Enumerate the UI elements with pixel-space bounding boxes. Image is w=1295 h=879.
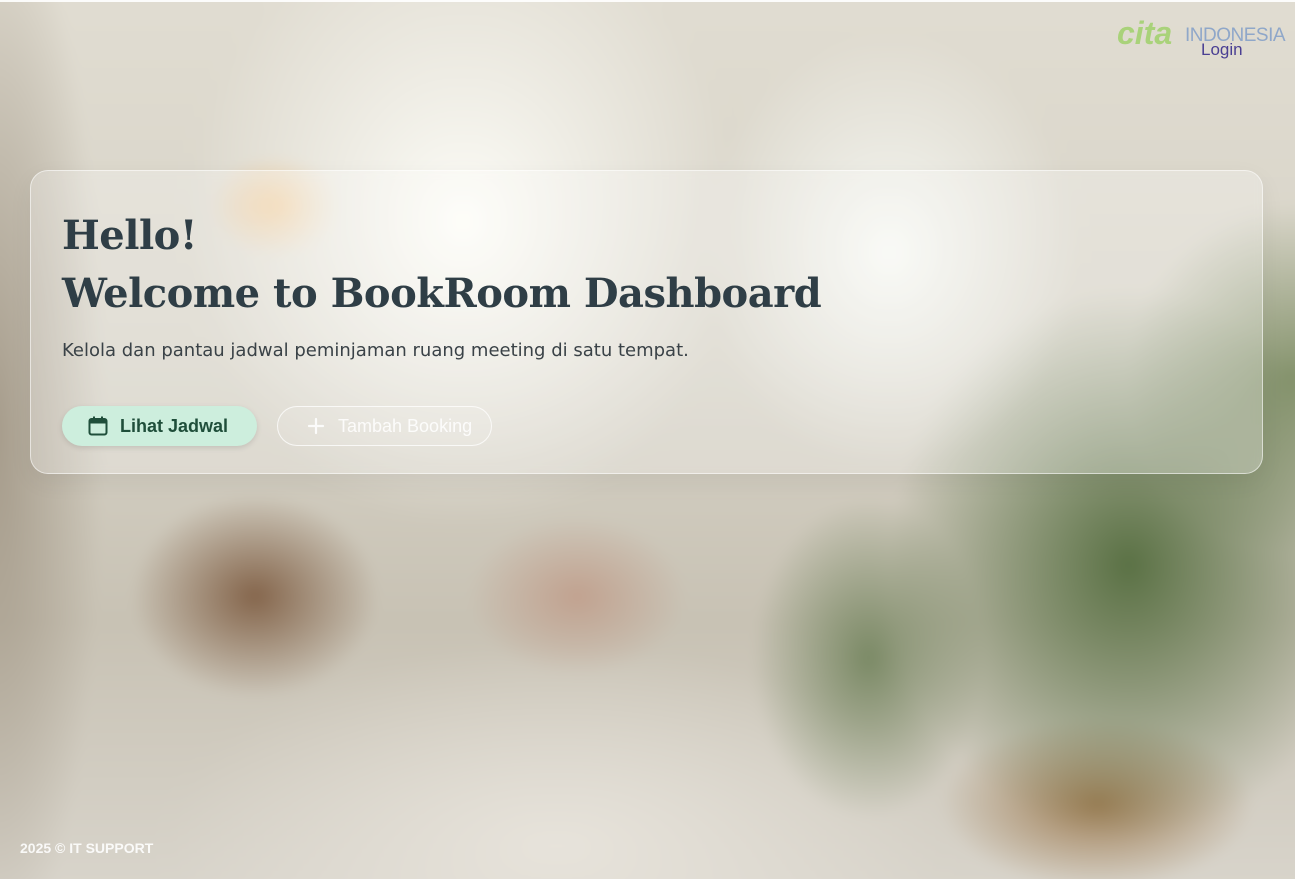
top-divider <box>0 0 1295 2</box>
add-booking-label: Tambah Booking <box>338 415 473 436</box>
calendar-icon <box>86 414 110 438</box>
plus-icon <box>304 414 328 438</box>
brand-logo-cita: cita <box>1117 15 1173 51</box>
hero-card: Hello! Welcome to BookRoom Dashboard Kel… <box>30 170 1263 474</box>
view-schedule-label: Lihat Jadwal <box>120 415 229 436</box>
hero-heading: Hello! Welcome to BookRoom Dashboard <box>62 207 822 323</box>
hero-greeting: Hello! <box>62 212 197 259</box>
hero-subtitle: Kelola dan pantau jadwal peminjaman ruan… <box>62 340 689 361</box>
hero-title: Welcome to BookRoom Dashboard <box>62 270 822 317</box>
login-link[interactable]: Login <box>1201 40 1243 60</box>
brand: cita INDONESIA Login <box>1115 15 1286 64</box>
view-schedule-button[interactable]: Lihat Jadwal <box>62 406 257 446</box>
add-booking-button[interactable]: Tambah Booking <box>277 406 492 446</box>
footer-copyright: 2025 © IT SUPPORT <box>20 840 154 856</box>
